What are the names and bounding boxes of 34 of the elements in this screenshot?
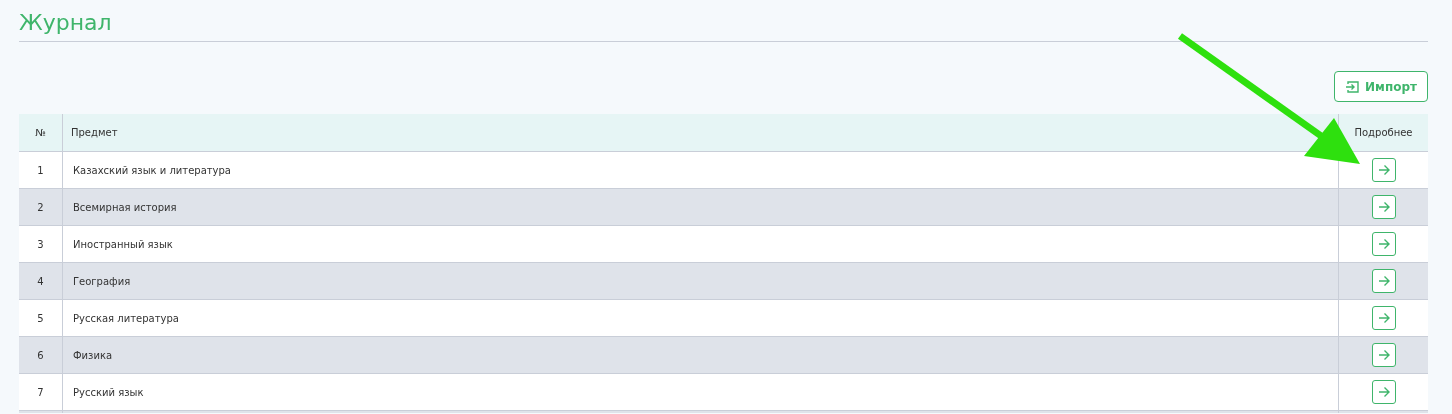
arrow-right-icon xyxy=(1377,201,1390,213)
import-icon xyxy=(1345,80,1360,93)
arrow-right-icon xyxy=(1377,164,1390,176)
subject-name: Русская литература xyxy=(73,311,179,326)
details-button[interactable] xyxy=(1371,232,1396,256)
arrow-right-icon xyxy=(1377,312,1390,324)
details-button[interactable] xyxy=(1371,158,1396,182)
import-button[interactable]: Импорт xyxy=(1334,71,1428,102)
details-button[interactable] xyxy=(1371,269,1396,293)
arrow-right-icon xyxy=(1377,349,1390,361)
subject-name: Физика xyxy=(73,348,113,363)
column-header: № xyxy=(35,126,46,140)
column-header: Подробнее xyxy=(1354,126,1413,140)
subject-name: Иностранный язык xyxy=(73,237,173,252)
row-number: 2 xyxy=(37,200,44,215)
subject-name: Всемирная история xyxy=(73,200,177,215)
row-number: 4 xyxy=(37,274,44,289)
row-number: 6 xyxy=(37,348,44,363)
details-button[interactable] xyxy=(1371,306,1396,330)
row-number: 7 xyxy=(37,385,44,400)
page-title: Журнал xyxy=(19,9,112,37)
subject-name: Казахский язык и литература xyxy=(73,163,231,178)
arrow-right-icon xyxy=(1377,275,1390,287)
row-number: 3 xyxy=(37,237,44,252)
subject-name: Русский язык xyxy=(73,385,144,400)
arrow-right-icon xyxy=(1377,386,1390,398)
subject-name: География xyxy=(73,274,131,289)
row-number: 5 xyxy=(37,311,44,326)
details-button[interactable] xyxy=(1371,380,1396,404)
row-number: 1 xyxy=(37,163,44,178)
details-button[interactable] xyxy=(1371,343,1396,367)
arrow-right-icon xyxy=(1377,238,1390,250)
column-header: Предмет xyxy=(71,126,118,140)
details-button[interactable] xyxy=(1371,195,1396,219)
